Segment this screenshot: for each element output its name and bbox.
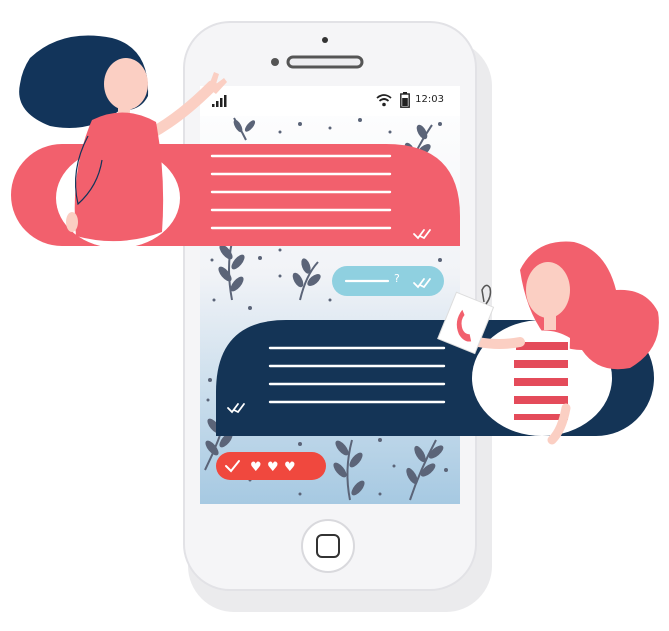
status-time: 12:03 — [415, 94, 444, 105]
signal-bars-icon — [212, 95, 227, 107]
phone-speaker — [286, 55, 364, 69]
phone-camera — [322, 37, 328, 43]
phone-sensor — [271, 58, 279, 66]
illustration: 12:03 ? ♥ ♥ ♥ — [0, 0, 669, 627]
woman-left-dress — [74, 112, 164, 242]
heart-icon: ♥ — [250, 460, 262, 475]
woman-right-arm — [473, 337, 525, 349]
woman-right-face — [526, 262, 570, 318]
battery-icon — [400, 92, 410, 108]
status-bar: 12:03 — [204, 86, 458, 116]
heart-icon: ♥ — [267, 460, 279, 475]
home-button[interactable] — [300, 518, 356, 574]
reply-question-mark: ? — [394, 272, 400, 285]
woman-left-face — [104, 58, 148, 110]
wifi-icon — [376, 94, 392, 107]
heart-icon: ♥ — [284, 460, 296, 475]
